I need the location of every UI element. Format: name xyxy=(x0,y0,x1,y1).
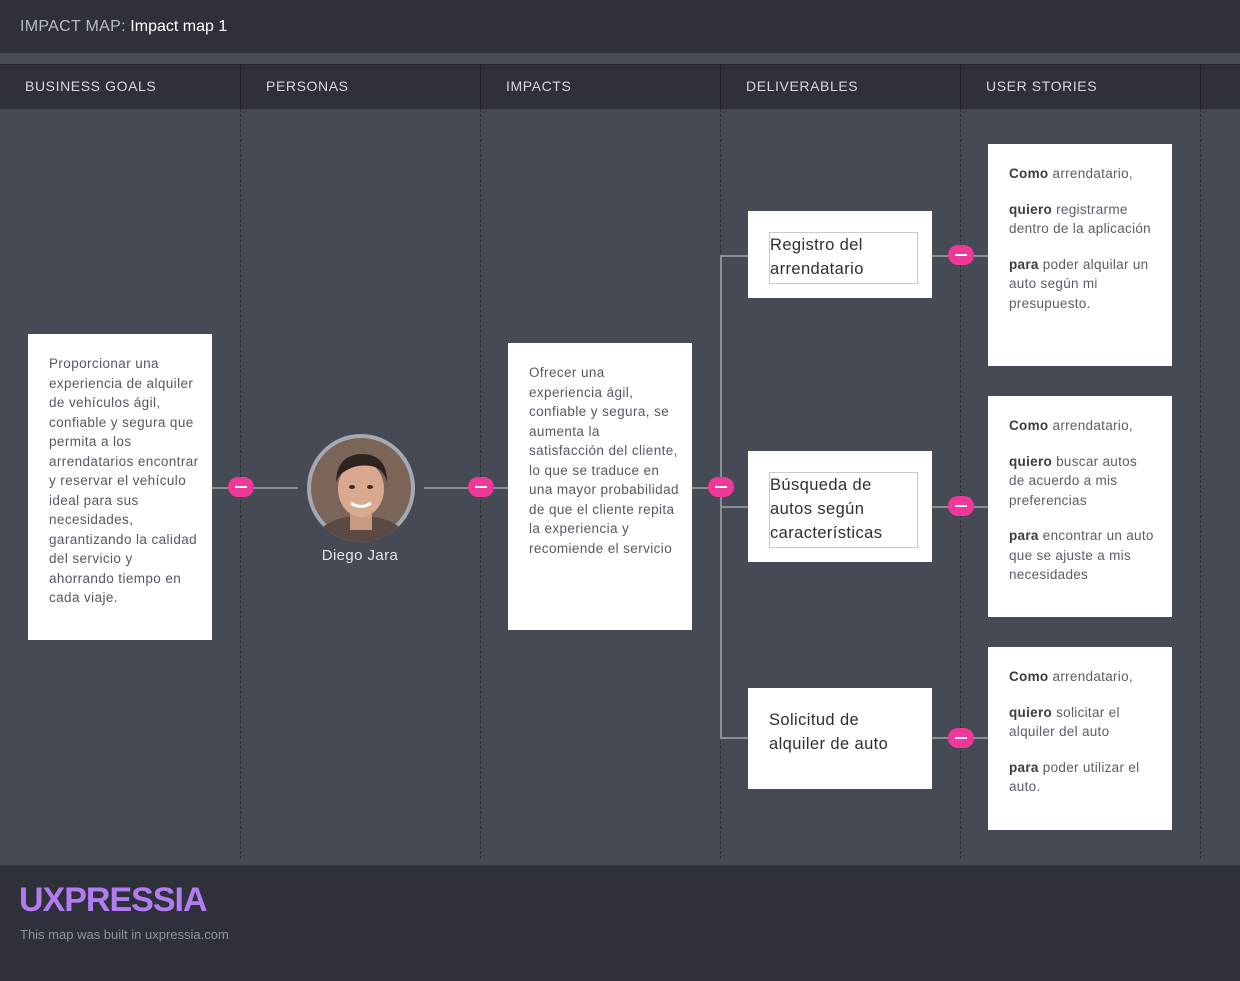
story-keyword: quiero xyxy=(1009,453,1053,469)
story-keyword: para xyxy=(1009,528,1039,543)
header-separator xyxy=(0,53,1240,64)
connector-line xyxy=(424,487,508,489)
story-keyword: Como xyxy=(1009,418,1049,433)
deliverable-text[interactable]: Búsqueda de autos según características xyxy=(769,472,918,548)
connector-line xyxy=(720,737,748,739)
column-header-deliverables[interactable]: DELIVERABLES xyxy=(721,65,961,110)
built-with-text[interactable]: This map was built in uxpressia.com xyxy=(20,927,229,942)
story-role: arrendatario, xyxy=(1052,166,1133,181)
persona-avatar[interactable] xyxy=(307,434,415,542)
persona-photo xyxy=(311,438,411,542)
column-header-personas[interactable]: PERSONAS xyxy=(241,65,481,110)
connector-line xyxy=(720,255,748,257)
impact-text: Ofrecer una experiencia ágil, confiable … xyxy=(529,365,679,556)
column-divider xyxy=(1200,109,1201,859)
business-goal-text: Proporcionar una experiencia de alquiler… xyxy=(49,356,199,605)
story-keyword: Como xyxy=(1009,166,1049,181)
connector-line xyxy=(720,506,748,508)
collapse-deliverable-toggle[interactable] xyxy=(948,496,974,516)
collapse-goal-toggle[interactable] xyxy=(228,477,254,497)
collapse-deliverable-toggle[interactable] xyxy=(948,728,974,748)
user-story-text: Como arrendatario, quiero registrarme de… xyxy=(1009,164,1154,329)
story-keyword: quiero xyxy=(1009,704,1053,720)
story-keyword: Como xyxy=(1009,669,1049,684)
map-title[interactable]: Impact map 1 xyxy=(130,18,227,35)
column-header-business-goals[interactable]: BUSINESS GOALS xyxy=(0,65,241,110)
story-keyword: quiero xyxy=(1009,201,1053,217)
story-role: arrendatario, xyxy=(1052,418,1133,433)
column-header-impacts[interactable]: IMPACTS xyxy=(481,65,721,110)
deliverable-card[interactable]: Solicitud de alquiler de auto xyxy=(748,688,932,789)
uxpressia-logo[interactable]: UXPRESSIA xyxy=(19,881,207,920)
deliverable-text[interactable]: Registro del arrendatario xyxy=(769,232,918,284)
collapse-persona-toggle[interactable] xyxy=(468,477,494,497)
story-keyword: para xyxy=(1009,759,1039,775)
story-role: arrendatario, xyxy=(1052,669,1133,684)
connector-trunk xyxy=(720,255,722,739)
user-story-text: Como arrendatario, quiero solicitar el a… xyxy=(1009,667,1154,813)
business-goal-card[interactable]: Proporcionar una experiencia de alquiler… xyxy=(28,334,212,640)
column-headers: BUSINESS GOALS PERSONAS IMPACTS DELIVERA… xyxy=(0,64,1240,110)
collapse-impact-toggle[interactable] xyxy=(708,477,734,497)
map-title-bar: IMPACT MAP: Impact map 1 xyxy=(0,0,1240,53)
column-header-user-stories[interactable]: USER STORIES xyxy=(961,65,1201,110)
column-header-empty xyxy=(1201,65,1240,110)
footer: UXPRESSIA This map was built in uxpressi… xyxy=(0,865,1240,981)
connector-line xyxy=(212,487,298,489)
map-title-prefix: IMPACT MAP: xyxy=(20,18,126,35)
deliverable-text[interactable]: Solicitud de alquiler de auto xyxy=(769,708,919,756)
user-story-card[interactable]: Como arrendatario, quiero solicitar el a… xyxy=(988,647,1172,830)
user-story-card[interactable]: Como arrendatario, quiero registrarme de… xyxy=(988,144,1172,366)
user-story-text: Como arrendatario, quiero buscar autos d… xyxy=(1009,416,1154,601)
story-keyword: para xyxy=(1009,256,1039,272)
deliverable-card[interactable]: Búsqueda de autos según características xyxy=(748,451,932,562)
user-story-card[interactable]: Como arrendatario, quiero buscar autos d… xyxy=(988,396,1172,617)
impact-card[interactable]: Ofrecer una experiencia ágil, confiable … xyxy=(508,343,692,630)
collapse-deliverable-toggle[interactable] xyxy=(948,245,974,265)
deliverable-card[interactable]: Registro del arrendatario xyxy=(748,211,932,298)
map-canvas: Proporcionar una experiencia de alquiler… xyxy=(0,109,1240,865)
persona-name[interactable]: Diego Jara xyxy=(300,547,420,564)
